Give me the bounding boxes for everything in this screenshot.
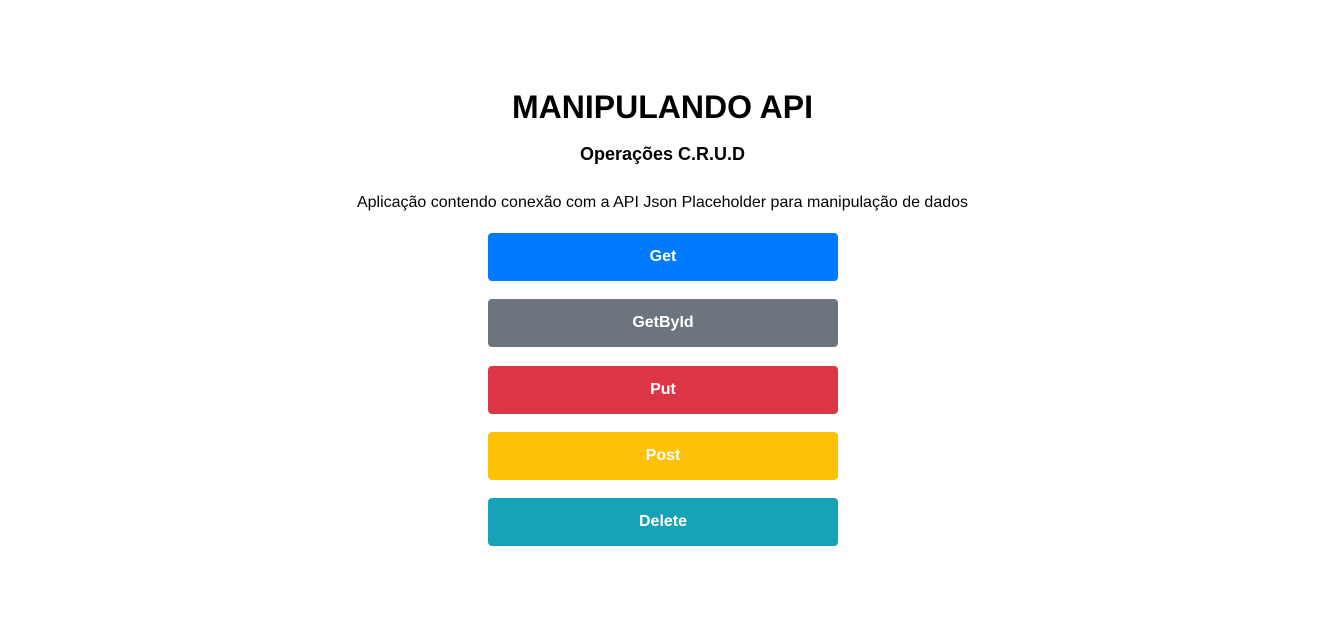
delete-button[interactable]: Delete xyxy=(488,498,838,546)
get-button[interactable]: Get xyxy=(488,233,838,281)
page-title: MANIPULANDO API xyxy=(511,89,814,125)
page-subtitle: Operações C.R.U.D xyxy=(579,144,746,164)
put-button[interactable]: Put xyxy=(488,366,838,414)
page: MANIPULANDO API Operações C.R.U.D Aplica… xyxy=(0,0,1325,625)
page-description: Aplicação contendo conexão com a API Jso… xyxy=(356,194,969,211)
post-button[interactable]: Post xyxy=(488,432,838,480)
get-by-id-button[interactable]: GetById xyxy=(488,299,838,347)
